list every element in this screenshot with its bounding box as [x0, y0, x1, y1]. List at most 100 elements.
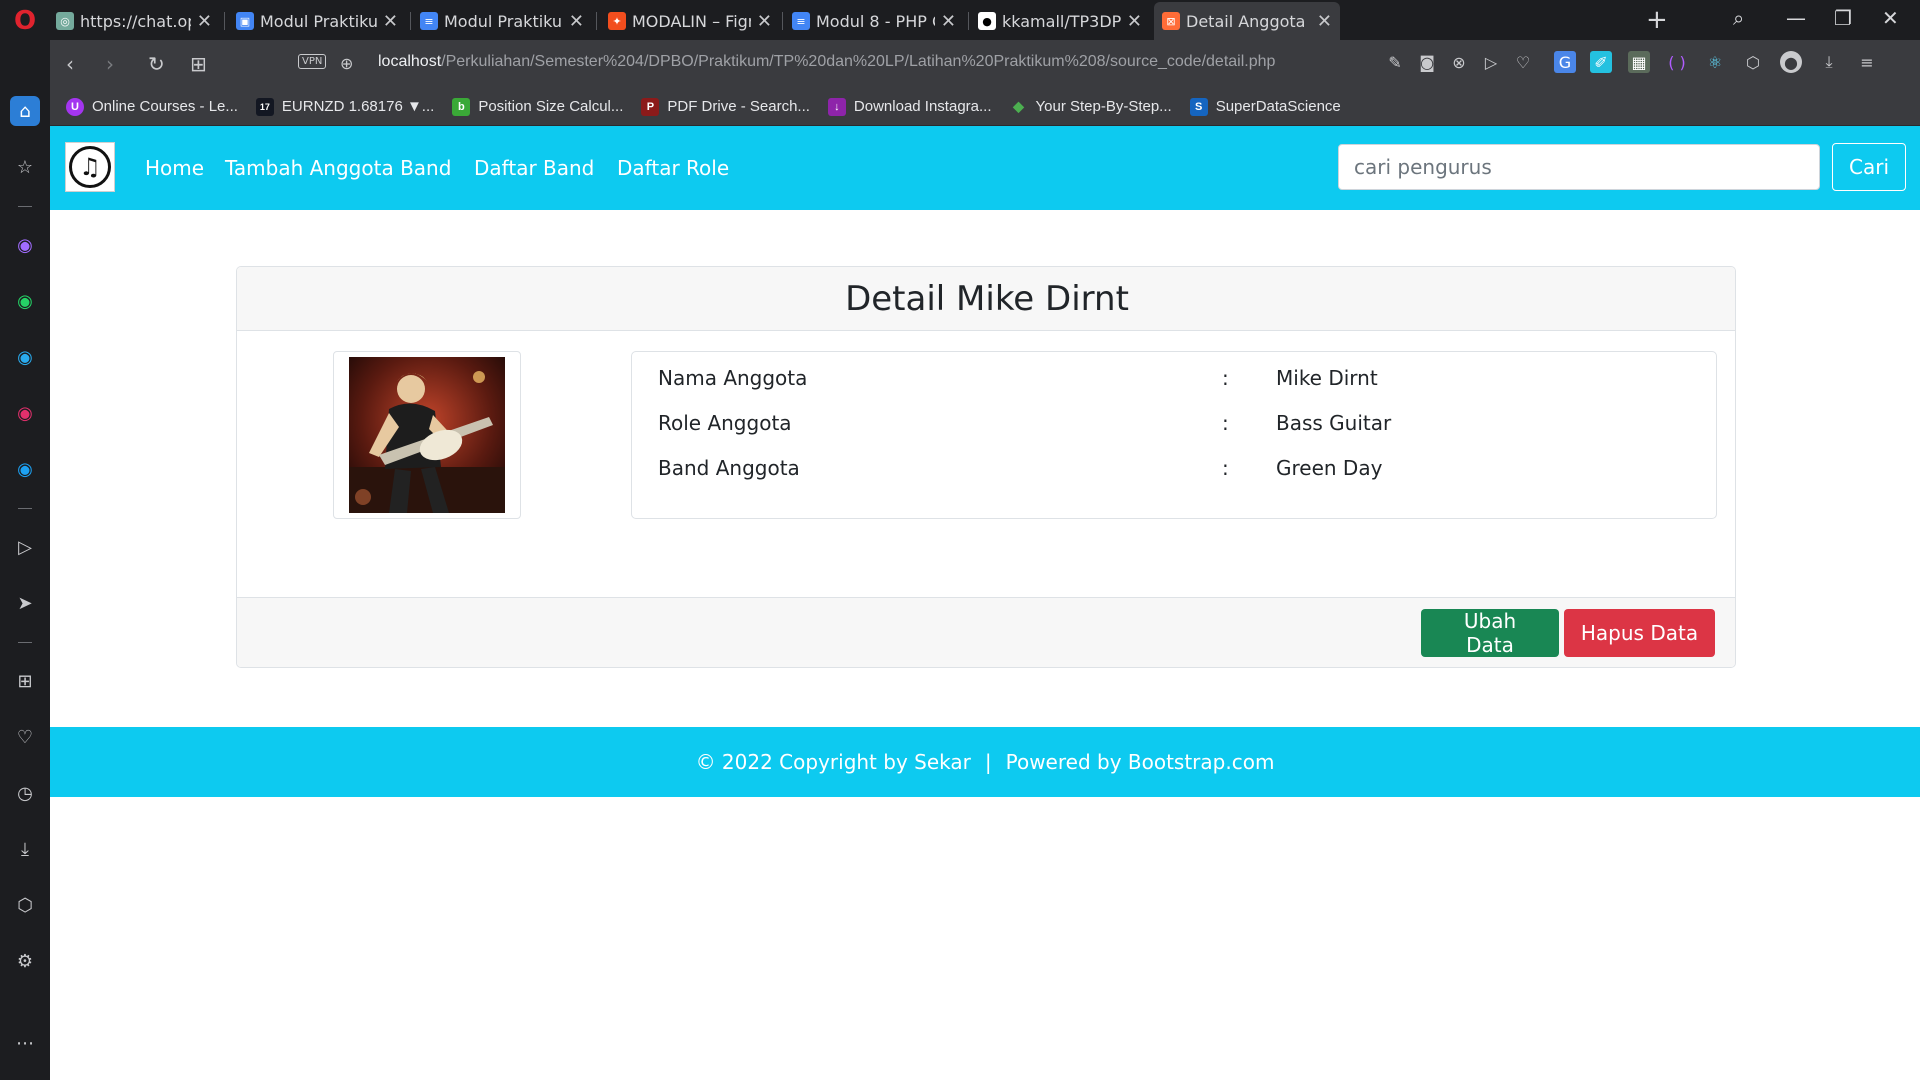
- send-page-icon[interactable]: ▷: [1480, 51, 1502, 73]
- instagram-icon[interactable]: ◉: [10, 398, 40, 428]
- vpn-badge[interactable]: VPN: [298, 54, 327, 69]
- close-tab-icon[interactable]: ✕: [197, 11, 212, 32]
- xampp-favicon-icon: ⊠: [1162, 12, 1180, 30]
- music-note-icon: ♫: [69, 146, 111, 188]
- nav-link-daftar-band[interactable]: Daftar Band: [474, 156, 594, 180]
- adblock-icon[interactable]: ⊗: [1448, 51, 1470, 73]
- tab-php-gui[interactable]: ≡ Modul 8 - PHP GUI - Go ✕: [784, 4, 964, 38]
- bookmark-step-by-step[interactable]: ◆ Your Step-By-Step...: [1010, 98, 1172, 116]
- extensions-icon[interactable]: ⬡: [10, 890, 40, 920]
- google-slides-favicon-icon: ▣: [236, 12, 254, 30]
- bookmark-title: Your Step-By-Step...: [1035, 98, 1172, 115]
- bookmark-heart-icon[interactable]: ♡: [1512, 51, 1534, 73]
- minimize-icon[interactable]: —: [1786, 6, 1806, 30]
- info-value: Mike Dirnt: [1276, 366, 1378, 390]
- react-devtools-icon[interactable]: ⚛: [1704, 51, 1726, 73]
- info-label: Nama Anggota: [658, 366, 808, 390]
- extension-pen-icon[interactable]: ✐: [1590, 51, 1612, 73]
- member-photo: [349, 357, 505, 513]
- nav-link-home[interactable]: Home: [145, 156, 204, 180]
- nav-link-tambah-anggota[interactable]: Tambah Anggota Band: [225, 156, 451, 180]
- figma-favicon-icon: ✦: [608, 12, 626, 30]
- search-tabs-icon[interactable]: ⌕: [1733, 6, 1744, 30]
- close-window-icon[interactable]: ✕: [1882, 6, 1899, 30]
- url-path: /Perkuliahan/Semester%204/DPBO/Praktikum…: [441, 53, 1276, 70]
- close-tab-icon[interactable]: ✕: [941, 11, 956, 32]
- history-icon[interactable]: ◷: [10, 778, 40, 808]
- bookmark-instagram-download[interactable]: ↓ Download Instagra...: [827, 97, 992, 116]
- bookmark-title: PDF Drive - Search...: [667, 98, 810, 115]
- bookmark-tradingview[interactable]: 17 EURNZD 1.68176 ▼...: [255, 97, 434, 116]
- edit-page-icon[interactable]: ✎: [1384, 51, 1406, 73]
- profile-avatar-icon[interactable]: ●: [1780, 51, 1802, 73]
- forward-icon[interactable]: ›: [106, 52, 114, 76]
- tab-figma[interactable]: ✦ MODALIN – Figma ✕: [600, 4, 780, 38]
- close-tab-icon[interactable]: ✕: [757, 11, 772, 32]
- nav-link-daftar-role[interactable]: Daftar Role: [617, 156, 729, 180]
- google-docs-favicon-icon: ≡: [420, 12, 438, 30]
- new-tab-plus-icon[interactable]: +: [1646, 5, 1668, 35]
- bookmark-title: SuperDataScience: [1215, 98, 1341, 115]
- globe-icon[interactable]: ⊕: [340, 54, 353, 73]
- detail-card: Detail Mike Dirnt Nama Anggota: Mike Di…: [236, 266, 1736, 668]
- download-icon: ↓: [827, 97, 846, 116]
- tab-title: Modul Praktikum Flutter: [260, 11, 377, 31]
- search-button[interactable]: Cari: [1832, 143, 1906, 191]
- sidebar-divider: [18, 508, 32, 509]
- heart-icon[interactable]: ♡: [10, 722, 40, 752]
- extensions-cube-icon[interactable]: ⬡: [1742, 51, 1764, 73]
- downloads-arrow-icon[interactable]: ⤓: [1818, 51, 1840, 73]
- reload-icon[interactable]: ↻: [148, 52, 165, 76]
- twitter-icon[interactable]: ◉: [10, 454, 40, 484]
- search-input[interactable]: [1338, 144, 1820, 190]
- tab-flutter[interactable]: ▣ Modul Praktikum Flutter ✕: [228, 4, 406, 38]
- url-host: localhost: [378, 53, 442, 70]
- close-tab-icon[interactable]: ✕: [569, 11, 584, 32]
- extension-brackets-icon[interactable]: ( ): [1666, 51, 1688, 73]
- camera-icon[interactable]: ◙: [1416, 51, 1438, 73]
- url-field[interactable]: localhost/Perkuliahan/Semester%204/DPBO/…: [378, 53, 1275, 71]
- tab-detail-anggota[interactable]: ⊠ Detail Anggota Band ✕: [1154, 2, 1340, 40]
- star-icon[interactable]: ☆: [10, 152, 40, 182]
- superdatascience-icon: S: [1189, 97, 1208, 116]
- close-tab-icon[interactable]: ✕: [1127, 11, 1142, 32]
- back-icon[interactable]: ‹: [66, 52, 74, 76]
- settings-icon[interactable]: ⚙: [10, 946, 40, 976]
- close-tab-icon[interactable]: ✕: [1317, 11, 1332, 32]
- tab-title: kkamall/TP3DPBO2023C: [1002, 11, 1121, 31]
- tab-separator: [968, 12, 969, 30]
- info-row-band: Band Anggota : Green Day: [632, 442, 1718, 497]
- delete-data-button[interactable]: Hapus Data: [1564, 609, 1715, 657]
- restore-icon[interactable]: ❐: [1834, 6, 1852, 30]
- tab-grid-icon[interactable]: ⊞: [190, 52, 207, 76]
- telegram-icon[interactable]: ◉: [10, 342, 40, 372]
- opera-logo-icon[interactable]: O: [10, 6, 40, 36]
- downloads-icon[interactable]: ⤓: [10, 834, 40, 864]
- player-icon[interactable]: ▷: [10, 532, 40, 562]
- tab-separator: [782, 12, 783, 30]
- info-label: Band Anggota: [658, 456, 800, 480]
- bookmark-udemy[interactable]: U Online Courses - Le...: [66, 97, 238, 116]
- tab-github[interactable]: ● kkamall/TP3DPBO2023C ✕: [970, 4, 1150, 38]
- whatsapp-icon[interactable]: ◉: [10, 286, 40, 316]
- bookmark-pdf-drive[interactable]: P PDF Drive - Search...: [641, 97, 810, 116]
- tab-chatgpt[interactable]: ◎ https://chat.openai.com ✕: [48, 4, 220, 38]
- bookmark-position-size[interactable]: b Position Size Calcul...: [452, 97, 623, 116]
- footer-copyright: © 2022 Copyright by Sekar: [695, 750, 971, 774]
- music-logo-icon[interactable]: ♫: [65, 142, 115, 192]
- easy-setup-icon[interactable]: ≡: [1856, 51, 1878, 73]
- translate-icon[interactable]: G: [1554, 51, 1576, 73]
- extension-image-icon[interactable]: ▦: [1628, 51, 1650, 73]
- more-icon[interactable]: ⋯: [10, 1028, 40, 1058]
- bookmark-superdatascience[interactable]: S SuperDataScience: [1189, 97, 1341, 116]
- diamond-icon: ◆: [1013, 98, 1024, 114]
- messenger-icon[interactable]: ◉: [10, 230, 40, 260]
- send-icon[interactable]: ➤: [10, 588, 40, 618]
- workspaces-icon[interactable]: ⊞: [10, 666, 40, 696]
- home-icon[interactable]: ⌂: [10, 96, 40, 126]
- edit-data-button[interactable]: Ubah Data: [1421, 609, 1559, 657]
- close-tab-icon[interactable]: ✕: [383, 11, 398, 32]
- tab-modul-pengan[interactable]: ≡ Modul Praktikum Pengan ✕: [412, 4, 592, 38]
- udemy-icon: U: [66, 97, 84, 116]
- member-info-table: Nama Anggota : Mike Dirnt Role Anggota :…: [631, 351, 1717, 519]
